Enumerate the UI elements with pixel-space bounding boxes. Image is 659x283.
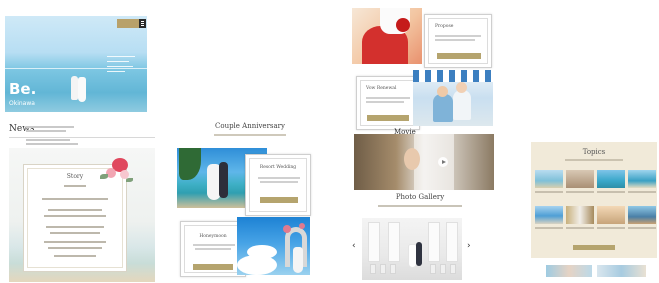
photo-gallery-image <box>362 218 462 280</box>
bride-figure <box>78 77 86 102</box>
topic-thumbnail[interactable] <box>597 170 625 188</box>
movie-video[interactable] <box>354 134 494 190</box>
news-item[interactable] <box>26 130 66 132</box>
honeymoon-photo <box>237 217 310 275</box>
vow-renewal-more-button[interactable] <box>367 115 409 121</box>
honeymoon-more-button[interactable] <box>193 264 233 270</box>
photo-gallery-title: Photo Gallery <box>395 193 445 201</box>
news-item[interactable] <box>26 143 78 145</box>
brand-logo-sub: Okinawa <box>9 100 35 107</box>
topic-thumbnail[interactable] <box>535 206 563 224</box>
news-item[interactable] <box>26 139 70 141</box>
footer-banner[interactable] <box>546 265 592 277</box>
propose-card: Propose <box>424 14 492 68</box>
topics-title: Topics <box>582 148 606 156</box>
play-icon[interactable] <box>438 157 448 167</box>
brand-logo[interactable]: Be. <box>9 82 36 97</box>
hero-couple-photo <box>71 76 87 102</box>
topics-section: Topics <box>531 142 657 258</box>
movie-title: Movie <box>394 128 416 136</box>
groom-figure <box>71 76 78 100</box>
couple-anniversary-title: Couple Anniversary <box>215 122 285 130</box>
resort-wedding-title: Resort Wedding <box>259 165 297 170</box>
vow-renewal-card: Vow Renewal <box>356 76 420 130</box>
propose-more-button[interactable] <box>437 53 481 59</box>
topic-thumbnail[interactable] <box>628 206 656 224</box>
topic-thumbnail[interactable] <box>535 170 563 188</box>
vow-renewal-photo <box>413 70 493 126</box>
photo-gallery-subtitle <box>378 205 462 207</box>
resort-wedding-card: Resort Wedding <box>245 154 311 216</box>
news-item[interactable] <box>26 126 74 128</box>
rose-bouquet <box>396 18 410 32</box>
propose-photo <box>352 8 422 64</box>
gallery-prev-arrow-icon[interactable]: ‹ <box>352 242 356 251</box>
flower-decoration <box>98 154 138 194</box>
topic-thumbnail[interactable] <box>597 206 625 224</box>
news-divider <box>9 137 155 138</box>
honeymoon-title: Honeymoon <box>199 234 227 239</box>
resort-wedding-more-button[interactable] <box>260 197 298 203</box>
vow-renewal-title: Vow Renewal <box>366 86 397 91</box>
gallery-next-arrow-icon[interactable]: › <box>467 242 471 251</box>
hero-tagline <box>107 56 135 76</box>
topics-more-button[interactable] <box>573 245 615 250</box>
hero-section: Be. Okinawa <box>5 16 147 112</box>
topic-thumbnail[interactable] <box>628 170 656 188</box>
topic-thumbnail[interactable] <box>566 206 594 224</box>
hamburger-menu-icon[interactable] <box>139 19 146 28</box>
topic-thumbnail[interactable] <box>566 170 594 188</box>
propose-title: Propose <box>435 24 454 29</box>
footer-banner[interactable] <box>597 265 646 277</box>
couple-anniversary-subtitle <box>214 134 286 136</box>
reservation-button[interactable] <box>117 19 139 28</box>
